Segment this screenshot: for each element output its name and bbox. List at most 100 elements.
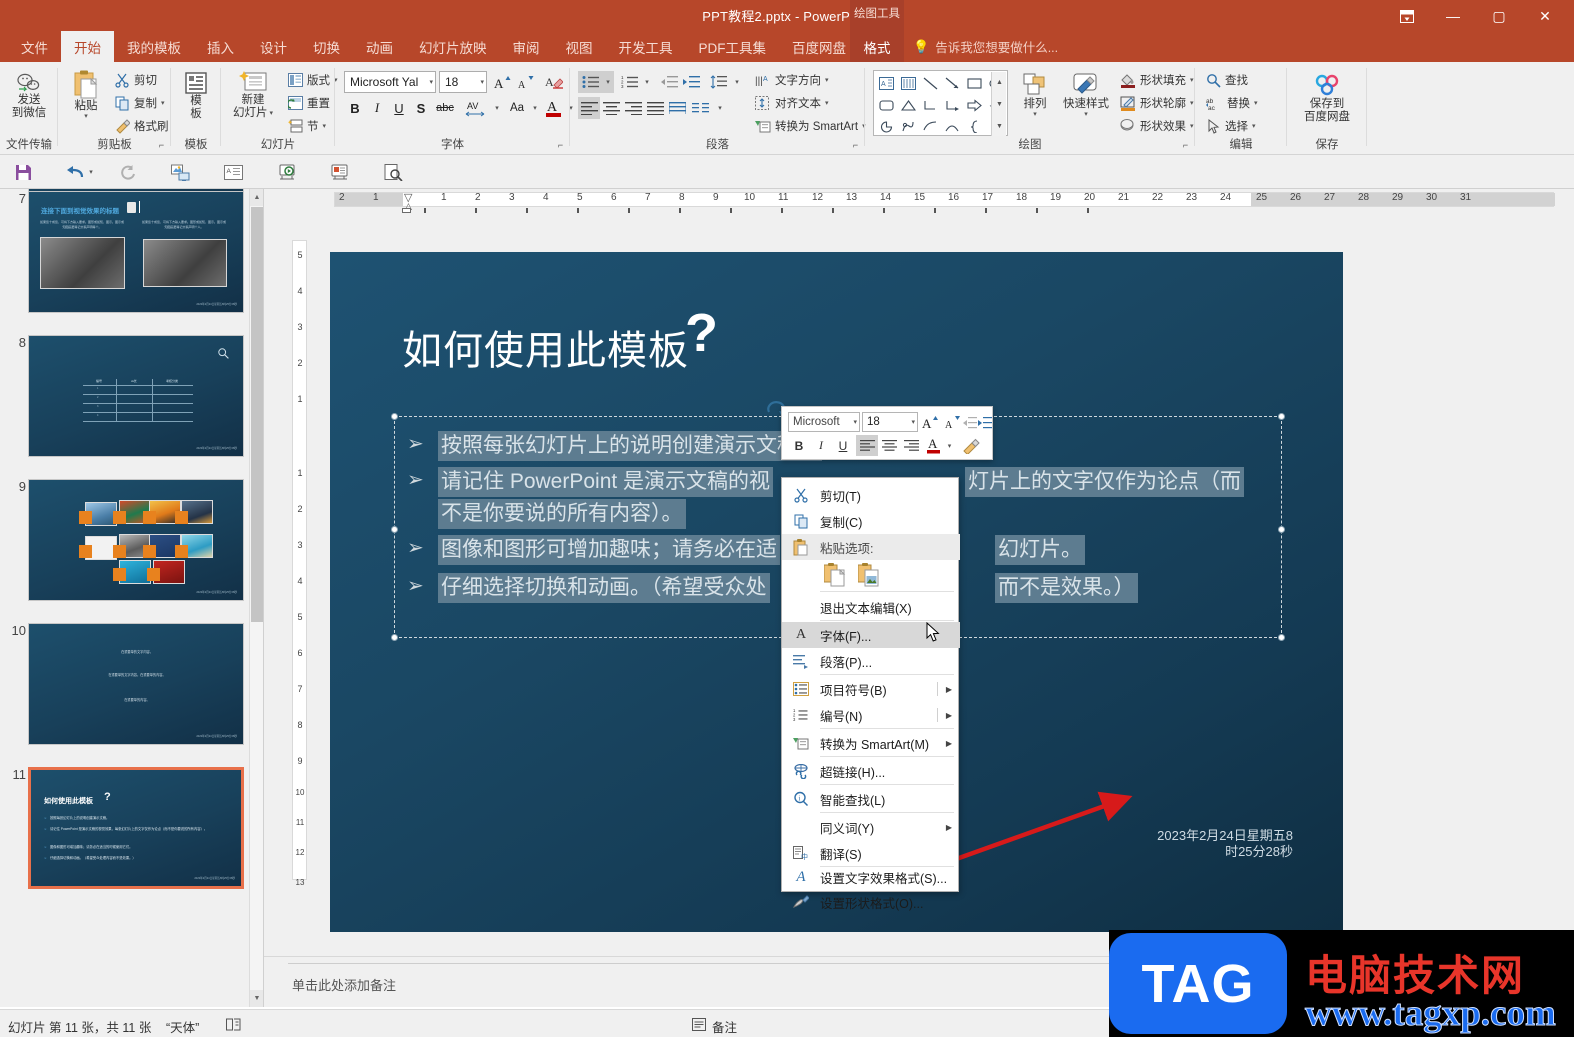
template-button[interactable]: 模 板 [177,68,215,132]
align-text-button[interactable]: 对齐文本 ▾ [752,92,832,114]
align-left-button[interactable] [578,97,600,119]
tab-home[interactable]: 开始 [61,31,114,62]
resize-handle-br[interactable] [1278,634,1285,641]
tab-design[interactable]: 设计 [247,31,300,62]
horizontal-ruler[interactable]: 2 1 1 2 3 4 5 6 7 8 9 10 11 12 13 14 15 … [289,189,1574,213]
select-button[interactable]: 选择 ▾ [1203,115,1259,137]
shape-elbow-arrow-connector[interactable] [941,94,963,116]
grow-font-button[interactable]: A [491,71,513,93]
shape-pie[interactable] [875,115,897,137]
shape-fill-caret[interactable]: ▾ [1190,76,1194,84]
mini-shrink-font-button[interactable]: A [942,412,964,433]
tell-me-box[interactable]: 💡 告诉我您想要做什么... [913,31,1058,62]
context-menu-item-numbering[interactable]: 123 编号(N) ▶ [782,702,960,728]
numbering-caret[interactable]: ▾ [641,71,653,93]
copy-dropdown-caret[interactable]: ▾ [161,99,165,107]
tab-stop[interactable] [1087,208,1089,213]
thumbnail-row-9[interactable]: 9 2023年2月24日星期五8时25分28秒 [0,479,263,619]
paste-button[interactable]: 粘贴 ▾ [64,68,108,134]
change-case-caret[interactable]: ▾ [529,97,541,119]
slide-thumbnail-8[interactable]: 编号 ణ长 考核分类 1 2 3 4 2023年2月24日星期五8时25分28秒 [28,335,244,457]
change-case-button[interactable]: Aa [505,97,529,119]
tab-stop[interactable] [475,208,477,213]
thumbnail-row-10[interactable]: 10 在重要单的文字内容。 在重要单的文字内容。在重要单的内容。 在重要单的内容… [0,623,263,763]
select-caret[interactable]: ▾ [1252,122,1256,130]
reset-button[interactable]: 重置 [285,92,333,114]
qat-print-preview-button[interactable] [380,160,406,184]
slide-title[interactable]: 如何使用此模板 [402,318,689,376]
cut-button[interactable]: 剪切 [112,69,160,91]
shape-effects-button[interactable]: 形状效果 ▾ [1117,115,1197,137]
scroll-down-icon[interactable]: ▼ [250,990,263,1007]
shape-line[interactable] [919,72,941,94]
align-center-button[interactable] [600,97,622,119]
resize-handle-ml[interactable] [391,526,398,533]
language-icon[interactable] [222,1015,244,1034]
left-indent-marker[interactable] [402,208,411,213]
resize-handle-bl[interactable] [391,634,398,641]
text-direction-caret[interactable]: ▾ [825,76,829,84]
vertical-ruler[interactable]: 5 4 3 2 1 1 2 3 4 5 6 7 8 9 10 11 12 13 [289,210,310,910]
thumbnail-row-11[interactable]: 11 如何使用此模板 ? ➢ 按照每张幻灯片上的说明创建演示文稿。 ➢ 请记住 … [0,767,263,907]
tab-slideshow[interactable]: 幻灯片放映 [406,31,500,62]
mini-font-color-caret[interactable]: ▾ [944,435,955,456]
context-menu-item-format-text-effects[interactable]: A 设置文字效果格式(S)... [782,864,960,890]
italic-button[interactable]: I [366,97,388,119]
align-text-caret[interactable]: ▾ [825,99,829,107]
mini-align-right-button[interactable] [900,435,922,456]
slide-thumbnail-10[interactable]: 在重要单的文字内容。 在重要单的文字内容。在重要单的内容。 在重要单的内容。 2… [28,623,244,745]
qat-new-slide-button[interactable]: A [220,160,246,184]
strikethrough-button[interactable]: abc [432,97,458,119]
tab-stop[interactable] [883,208,885,213]
context-menu-item-exit-text-edit[interactable]: 退出文本编辑(X) [782,594,960,620]
new-slide-dropdown-caret[interactable]: ▾ [269,110,273,118]
context-menu-item-convert-smartart[interactable]: 转换为 SmartArt(M) ▶ [782,730,960,756]
quick-styles-caret[interactable]: ▾ [1084,111,1088,119]
qat-present-button[interactable] [327,160,353,184]
mini-font-size-caret[interactable]: ▾ [911,418,915,426]
qat-save-button[interactable] [10,160,36,184]
send-to-wechat-button[interactable]: 发送 到微信 [3,68,55,130]
maximize-button[interactable]: ▢ [1476,4,1522,28]
qat-redo-button[interactable] [114,160,140,184]
slide-thumbnail-panel[interactable]: 文字幻灯片的文字说明或者说明请参阅相关内容。 备注 7 连接下面到视觉效果的标题… [0,189,264,1007]
context-menu-item-paragraph[interactable]: 段落(P)... [782,648,960,674]
replace-caret[interactable]: ▾ [1254,99,1258,107]
thumbnail-row-7[interactable]: 7 连接下面到视觉效果的标题 如果您十成您，可将下方输入要求。图形或如知，图示。… [0,191,263,331]
mini-italic-button[interactable]: I [810,435,832,456]
mini-format-painter-button[interactable] [960,435,984,456]
mini-align-left-button[interactable] [856,435,878,456]
resize-handle-tr[interactable] [1278,413,1285,420]
drawing-dialog-launcher[interactable]: ⌐ [1180,140,1191,151]
thumbnail-row-8[interactable]: 8 编号 ణ长 考核分类 1 2 3 4 2023年2月24日星期五8时25分2… [0,335,263,475]
quick-styles-button[interactable]: 快速样式 ▾ [1059,70,1113,134]
slide-thumbnail-9[interactable]: 2023年2月24日星期五8时25分28秒 [28,479,244,601]
tab-stop[interactable] [424,208,426,213]
bold-button[interactable]: B [344,97,366,119]
font-dialog-launcher[interactable]: ⌐ [555,140,566,151]
distribute-button[interactable] [666,97,688,119]
tab-stop[interactable] [985,208,987,213]
shape-arc[interactable] [941,115,963,137]
mini-formatting-toolbar[interactable]: Microsoft ▾ 18 ▾ A A B I U A ▾ [781,406,993,460]
convert-smartart-button[interactable]: 转换为 SmartArt ▾ [752,115,869,137]
mini-align-center-button[interactable] [878,435,900,456]
tab-view[interactable]: 视图 [553,31,606,62]
decrease-indent-button[interactable] [658,71,680,93]
bullet-text-4b[interactable]: 而不是效果。） [995,573,1138,603]
context-menu[interactable]: 剪切(T) 复制(C) 粘贴选项: 退出文本编辑(X) A 字体(F)... 段… [781,477,960,911]
tab-stop[interactable] [1036,208,1038,213]
tab-pdf-tools[interactable]: PDF工具集 [686,31,780,62]
tab-format[interactable]: 格式 [850,31,904,62]
arrange-caret[interactable]: ▾ [1033,111,1037,119]
context-menu-item-synonyms[interactable]: 同义词(Y) ▶ [782,814,960,840]
tab-stop[interactable] [781,208,783,213]
line-spacing-caret[interactable]: ▾ [731,71,743,93]
bullet-text-4a[interactable]: 仔细选择切换和动画。（希望受众处 [438,573,770,603]
tab-transitions[interactable]: 切换 [300,31,353,62]
shape-rectangle[interactable] [963,72,985,94]
tab-stop[interactable] [679,208,681,213]
context-menu-item-bullets[interactable]: 项目符号(B) ▶ [782,676,960,702]
shape-outline-button[interactable]: 形状轮廓 ▾ [1117,92,1197,114]
resize-handle-mr[interactable] [1278,526,1285,533]
